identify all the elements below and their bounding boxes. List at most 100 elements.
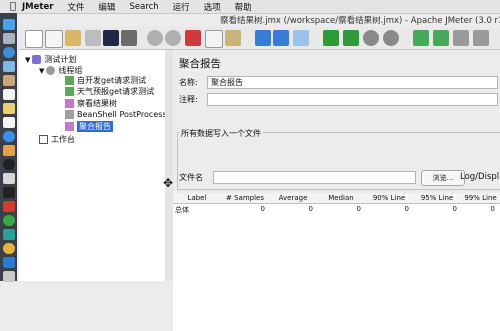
menu-edit[interactable]: 编辑 bbox=[98, 1, 115, 13]
listener-icon bbox=[65, 122, 74, 131]
column-header[interactable]: Average bbox=[269, 194, 317, 202]
cut-icon[interactable] bbox=[185, 30, 201, 46]
start-no-pause-icon[interactable] bbox=[343, 30, 359, 46]
tree-node-sampler-1[interactable]: 自开发get请求测试 bbox=[65, 75, 146, 86]
menu-help[interactable]: 帮助 bbox=[235, 1, 252, 13]
open-icon[interactable] bbox=[65, 30, 81, 46]
qq-icon[interactable] bbox=[3, 159, 15, 170]
table-cell: 0 bbox=[308, 205, 313, 213]
name-field[interactable]: 聚合报告 bbox=[207, 76, 498, 89]
table-cell: 0 bbox=[260, 205, 265, 213]
filename-field[interactable] bbox=[213, 171, 416, 184]
table-cell: 总体 bbox=[175, 206, 189, 214]
toggle-icon[interactable] bbox=[293, 30, 309, 46]
app-misc-icon[interactable] bbox=[3, 271, 15, 282]
menu-bar:  JMeter 文件 编辑 Search 运行 选项 帮助 bbox=[0, 0, 500, 14]
column-header[interactable]: Label bbox=[173, 194, 221, 202]
menu-run[interactable]: 运行 bbox=[173, 1, 190, 13]
pencil-icon bbox=[65, 76, 74, 85]
table-cell: 0 bbox=[404, 205, 409, 213]
tree-node-aggregate-report[interactable]: 聚合报告 bbox=[65, 121, 113, 132]
app-teal-icon[interactable] bbox=[3, 229, 15, 240]
tree-node-beanshell[interactable]: BeanShell PostProcessor bbox=[65, 110, 175, 119]
paste-icon[interactable] bbox=[225, 30, 241, 46]
column-header[interactable]: 95% Line bbox=[413, 194, 461, 202]
flask-icon bbox=[32, 55, 42, 64]
window-title: 察看结果树.jmx (/workspace/察看结果树.jmx) - Apach… bbox=[220, 16, 500, 26]
tree-node-results-tree[interactable]: 察看结果树 bbox=[65, 98, 117, 109]
save-icon[interactable] bbox=[103, 30, 119, 46]
filename-row: 文件名 bbox=[179, 171, 416, 184]
name-label: 名称: bbox=[179, 78, 198, 87]
tree-node-workbench[interactable]: 工作台 bbox=[39, 134, 75, 145]
pencil-icon bbox=[65, 87, 74, 96]
toolbar bbox=[19, 27, 500, 50]
tree-node-sampler-2[interactable]: 天气预报get请求测试 bbox=[65, 86, 154, 97]
stop-icon[interactable] bbox=[363, 30, 379, 46]
photos-icon[interactable] bbox=[3, 145, 15, 156]
aggregate-table: Label # Samples Average Median 90% Line … bbox=[173, 193, 500, 331]
chevron-down-icon[interactable]: ▼ bbox=[39, 67, 44, 75]
remote-start-all-icon[interactable] bbox=[433, 30, 449, 46]
menu-options[interactable]: 选项 bbox=[204, 1, 221, 13]
file-group-label: 所有数据写入一个文件 bbox=[179, 128, 263, 139]
new-icon[interactable] bbox=[25, 30, 43, 48]
app-red-icon[interactable] bbox=[3, 201, 15, 212]
comment-field[interactable] bbox=[207, 93, 498, 106]
remote-stop-icon[interactable] bbox=[453, 30, 469, 46]
menu-file[interactable]: 文件 bbox=[67, 1, 84, 13]
contacts-icon[interactable] bbox=[3, 75, 15, 86]
column-header[interactable]: 99% Line bbox=[461, 194, 500, 202]
app-green-icon[interactable] bbox=[3, 215, 15, 226]
remote-start-icon[interactable] bbox=[413, 30, 429, 46]
mail-icon[interactable] bbox=[3, 61, 15, 72]
expand-icon[interactable] bbox=[255, 30, 271, 46]
column-header[interactable]: 90% Line bbox=[365, 194, 413, 202]
table-header: Label # Samples Average Median 90% Line … bbox=[173, 193, 500, 204]
terminal-icon[interactable] bbox=[3, 187, 15, 198]
notes-icon[interactable] bbox=[3, 103, 15, 114]
comment-row: 注释: bbox=[179, 93, 498, 106]
remote-stop-all-icon[interactable] bbox=[473, 30, 489, 46]
appstore-icon[interactable] bbox=[3, 131, 15, 142]
chrome-icon[interactable] bbox=[3, 243, 15, 254]
redo-icon[interactable] bbox=[165, 30, 181, 46]
column-header[interactable]: # Samples bbox=[221, 194, 269, 202]
launchpad-icon[interactable] bbox=[3, 33, 15, 44]
safari-icon[interactable] bbox=[3, 47, 15, 58]
reminders-icon[interactable] bbox=[3, 117, 15, 128]
script-icon bbox=[65, 110, 74, 119]
table-cell: 0 bbox=[490, 205, 495, 213]
vscode-icon[interactable] bbox=[3, 257, 15, 268]
aggregate-report-panel: 聚合报告 名称: 聚合报告 注释: 所有数据写入一个文件 文件名 浏览... L… bbox=[173, 50, 500, 331]
finder-icon[interactable] bbox=[3, 19, 15, 30]
apple-icon[interactable]:  bbox=[4, 1, 22, 12]
save-screen-icon[interactable] bbox=[121, 30, 137, 46]
undo-icon[interactable] bbox=[147, 30, 163, 46]
filename-label: 文件名 bbox=[179, 173, 203, 182]
page-title: 聚合报告 bbox=[179, 58, 221, 70]
templates-icon[interactable] bbox=[45, 30, 63, 48]
start-icon[interactable] bbox=[323, 30, 339, 46]
close-icon[interactable] bbox=[85, 30, 101, 46]
test-plan-tree: ▼ 测试计划 ▼ 线程组 自开发get请求测试 天气预报get请求测试 察看结果… bbox=[19, 50, 175, 281]
shutdown-icon[interactable] bbox=[383, 30, 399, 46]
dock bbox=[0, 13, 17, 282]
comment-label: 注释: bbox=[179, 95, 198, 104]
menu-app[interactable]: JMeter bbox=[22, 2, 53, 12]
listener-icon bbox=[65, 99, 74, 108]
column-header[interactable]: Median bbox=[317, 194, 365, 202]
collapse-icon[interactable] bbox=[273, 30, 289, 46]
pane-splitter[interactable] bbox=[165, 50, 173, 281]
tree-node-test-plan[interactable]: ▼ 测试计划 bbox=[25, 54, 76, 65]
wechat-icon[interactable] bbox=[3, 173, 15, 184]
calendar-icon[interactable] bbox=[3, 89, 15, 100]
table-cell: 0 bbox=[356, 205, 361, 213]
browse-button[interactable]: 浏览... bbox=[421, 170, 465, 186]
move-cursor-icon: ✥ bbox=[163, 176, 174, 190]
log-display-label[interactable]: Log/Displ bbox=[460, 172, 499, 182]
copy-icon[interactable] bbox=[205, 30, 223, 48]
chevron-down-icon[interactable]: ▼ bbox=[25, 56, 30, 64]
workbench-icon bbox=[39, 135, 48, 144]
menu-search[interactable]: Search bbox=[129, 2, 158, 12]
